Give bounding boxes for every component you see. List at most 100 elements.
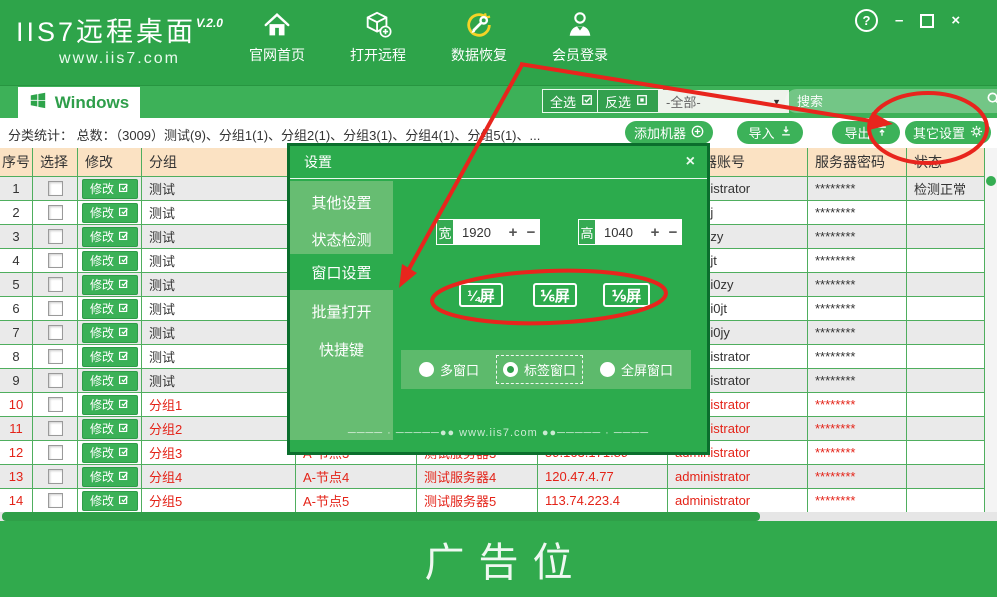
cell-group: 测试 xyxy=(142,369,296,392)
dialog-menu-item-2-selected[interactable]: 窗口设置 xyxy=(290,260,393,284)
import-button[interactable]: 导入 xyxy=(737,121,803,144)
vertical-scrollbar[interactable] xyxy=(985,148,997,513)
invert-select-button[interactable]: 反选 xyxy=(597,89,663,113)
edit-button[interactable]: 修改 xyxy=(82,467,138,487)
checkbox[interactable] xyxy=(48,181,63,196)
nav-item-0[interactable]: 官网首页 xyxy=(243,8,311,65)
app-version: V.2.0 xyxy=(196,16,223,30)
maximize-icon[interactable] xyxy=(920,14,934,28)
edit-check-icon xyxy=(118,350,129,364)
cell-status xyxy=(907,345,985,368)
row-number: 6 xyxy=(0,297,33,320)
radio-label: 多窗口 xyxy=(440,360,479,379)
checkbox[interactable] xyxy=(48,493,63,508)
cell-status xyxy=(907,369,985,392)
cell-password: ******** xyxy=(808,177,907,200)
nav-label: 数据恢复 xyxy=(451,45,507,65)
row-checkbox xyxy=(33,393,78,416)
close-icon[interactable]: × xyxy=(951,13,960,28)
other-settings-button[interactable]: 其它设置 xyxy=(905,121,991,144)
checkbox[interactable] xyxy=(48,445,63,460)
cell-password: ******** xyxy=(808,465,907,488)
screen-split-button-0[interactable]: ¼屏 xyxy=(459,283,503,307)
radio-2[interactable]: 全屏窗口 xyxy=(594,356,679,383)
checkbox[interactable] xyxy=(48,205,63,220)
checkbox[interactable] xyxy=(48,253,63,268)
edit-button[interactable]: 修改 xyxy=(82,179,138,199)
checkbox[interactable] xyxy=(48,277,63,292)
row-checkbox xyxy=(33,489,78,512)
edit-button[interactable]: 修改 xyxy=(82,227,138,247)
cell-password: ******** xyxy=(808,321,907,344)
row-checkbox xyxy=(33,249,78,272)
table-header-cell: 状态 xyxy=(907,148,985,176)
height-value[interactable]: 1040 xyxy=(596,225,646,240)
radio-0[interactable]: 多窗口 xyxy=(413,356,485,383)
edit-button[interactable]: 修改 xyxy=(82,323,138,343)
width-value[interactable]: 1920 xyxy=(454,225,504,240)
checkbox[interactable] xyxy=(48,349,63,364)
checkbox[interactable] xyxy=(48,421,63,436)
edit-button[interactable]: 修改 xyxy=(82,491,138,511)
edit-check-icon xyxy=(118,182,129,196)
edit-button[interactable]: 修改 xyxy=(82,275,138,295)
nav-item-3[interactable]: 会员登录 xyxy=(546,8,614,65)
cell-group: 分组4 xyxy=(142,465,296,488)
edit-button[interactable]: 修改 xyxy=(82,419,138,439)
edit-button[interactable]: 修改 xyxy=(82,371,138,391)
add-machine-button[interactable]: 添加机器 xyxy=(625,121,713,144)
dialog-menu-item-3[interactable]: 批量打开 xyxy=(290,299,393,323)
dialog-menu-item-1[interactable]: 状态检测 xyxy=(290,227,393,251)
cell-status xyxy=(907,417,985,440)
screen-split-button-2[interactable]: ⅑屏 xyxy=(603,283,650,307)
checkbox[interactable] xyxy=(48,301,63,316)
horizontal-scrollbar-thumb[interactable] xyxy=(2,512,760,521)
edit-button[interactable]: 修改 xyxy=(82,395,138,415)
row-number: 2 xyxy=(0,201,33,224)
cell-name: A-节点4 xyxy=(296,465,417,488)
export-icon xyxy=(876,125,888,140)
dialog-menu-item-4[interactable]: 快捷键 xyxy=(290,337,393,361)
checkbox[interactable] xyxy=(48,373,63,388)
tab-windows[interactable]: Windows xyxy=(18,87,140,118)
cell-name: A-节点5 xyxy=(296,489,417,512)
row-number: 12 xyxy=(0,441,33,464)
select-all-icon xyxy=(581,94,593,109)
row-checkbox xyxy=(33,321,78,344)
row-edit: 修改 xyxy=(78,417,142,440)
search-input[interactable] xyxy=(795,93,986,110)
category-summary: 分类统计： 总数：（3009）测试(9)、分组1(1)、分组2(1)、分组3(1… xyxy=(8,125,540,144)
dialog-menu-item-0[interactable]: 其他设置 xyxy=(290,190,393,214)
edit-button[interactable]: 修改 xyxy=(82,299,138,319)
height-minus-button[interactable]: − xyxy=(664,224,682,241)
checkbox[interactable] xyxy=(48,469,63,484)
screen-split-button-1[interactable]: ⅙屏 xyxy=(533,283,577,307)
width-minus-button[interactable]: − xyxy=(522,224,540,241)
checkbox[interactable] xyxy=(48,397,63,412)
help-icon[interactable]: ? xyxy=(855,9,878,32)
nav-item-1[interactable]: 打开远程 xyxy=(344,8,412,65)
dialog-close-icon[interactable]: × xyxy=(686,153,695,171)
search-icon[interactable] xyxy=(986,91,997,111)
height-plus-button[interactable]: + xyxy=(646,224,664,241)
row-edit: 修改 xyxy=(78,393,142,416)
cell-password: ******** xyxy=(808,417,907,440)
vertical-scrollbar-thumb[interactable] xyxy=(986,176,996,186)
edit-button[interactable]: 修改 xyxy=(82,203,138,223)
settings-dialog: 设置 × 其他设置状态检测窗口设置批量打开快捷键 宽 1920 + − 高 10… xyxy=(287,143,710,455)
cell-status xyxy=(907,465,985,488)
edit-button[interactable]: 修改 xyxy=(82,251,138,271)
nav-item-2[interactable]: 数据恢复 xyxy=(445,8,513,65)
windows-flag-icon xyxy=(29,91,47,114)
width-plus-button[interactable]: + xyxy=(504,224,522,241)
export-button[interactable]: 导出 xyxy=(832,121,900,144)
edit-button[interactable]: 修改 xyxy=(82,443,138,463)
group-filter-dropdown[interactable]: -全部- ▼ xyxy=(658,90,789,113)
cell-group: 测试 xyxy=(142,177,296,200)
edit-button[interactable]: 修改 xyxy=(82,347,138,367)
checkbox[interactable] xyxy=(48,229,63,244)
row-edit: 修改 xyxy=(78,369,142,392)
radio-1-selected[interactable]: 标签窗口 xyxy=(497,356,582,383)
minimize-icon[interactable]: – xyxy=(895,13,903,28)
checkbox[interactable] xyxy=(48,325,63,340)
